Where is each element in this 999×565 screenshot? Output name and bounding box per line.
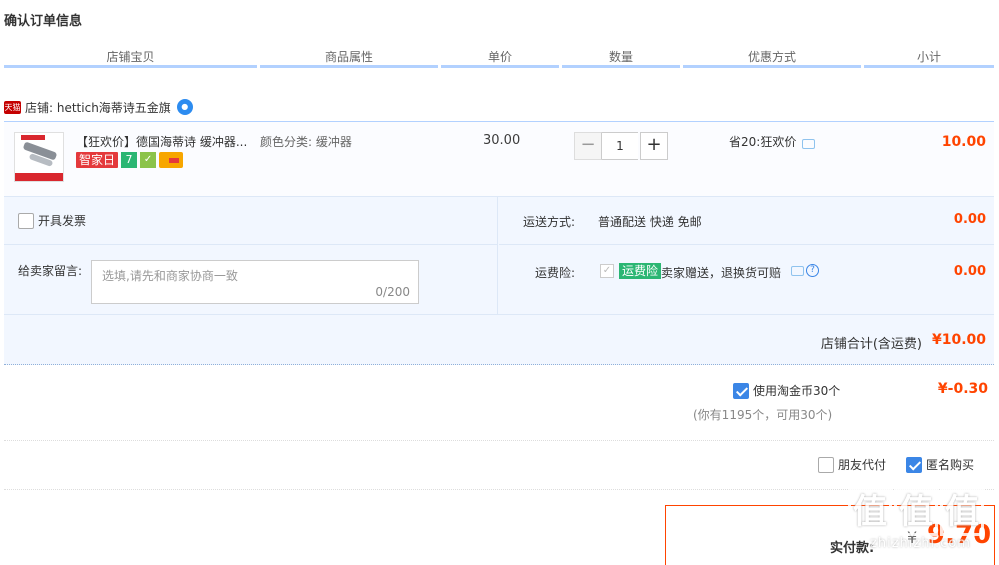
product-title-link[interactable]: 【狂欢价】德国海蒂诗 缓冲器...: [76, 133, 247, 150]
watermark-char: 值: [940, 488, 984, 536]
anonymous-purchase-checkbox[interactable]: [906, 456, 923, 473]
memo-placeholder: 选填,请先和商家协商一致: [102, 269, 238, 283]
use-coins-label: 使用淘金币30个: [753, 384, 841, 398]
insurance-checkbox: ✓: [600, 264, 614, 278]
column-header-shop: 店铺宝贝: [4, 48, 257, 68]
order-item: 【狂欢价】德国海蒂诗 缓冲器... 智家日 7 ✓ 颜色分类: 缓冲器 30.0…: [4, 121, 994, 197]
discount-text: 省20:狂欢价: [729, 135, 797, 149]
product-thumbnail[interactable]: [14, 132, 64, 182]
watermark-text: zhizhizhi.com: [870, 536, 971, 551]
shop-row: 天猫 店铺: hettich海蒂诗五金旗 ●: [4, 98, 193, 116]
item-subtotal: 10.00: [941, 134, 986, 150]
quantity-input[interactable]: 1: [602, 132, 638, 160]
invoice-label: 开具发票: [38, 214, 87, 228]
shipping-label: 运送方式:: [523, 215, 576, 229]
insurance-tag: 运费险: [619, 263, 662, 279]
shop-total-value: ¥10.00: [931, 332, 986, 348]
unit-price: 30.00: [483, 133, 521, 148]
smart-home-day-badge: 智家日: [76, 152, 119, 168]
tmall-badge-icon: 天猫: [4, 100, 21, 114]
memo-char-count: 0/200: [375, 285, 410, 299]
insurance-label: 运费险:: [535, 266, 576, 280]
product-attribute: 颜色分类: 缓冲器: [260, 135, 352, 149]
invoice-checkbox[interactable]: [18, 212, 34, 229]
column-header-discount: 优惠方式: [683, 48, 861, 68]
use-coins-option[interactable]: 使用淘金币30个: [733, 382, 840, 399]
payment-options: 朋友代付 匿名购买: [818, 456, 974, 473]
help-icon[interactable]: ?: [806, 264, 819, 277]
column-header-attributes: 商品属性: [260, 48, 438, 68]
order-extras: 开具发票 给卖家留言: 选填,请先和商家协商一致 0/200 运送方式: 普通配…: [4, 197, 994, 365]
coin-balance-note: (你有1195个，可用30个): [693, 408, 833, 422]
quantity-decrease-button[interactable]: −: [574, 132, 602, 160]
divider: [4, 314, 994, 315]
credit-card-icon: [159, 152, 184, 168]
divider: [4, 440, 994, 441]
invoice-option[interactable]: 开具发票: [18, 212, 86, 229]
order-extras-left: 开具发票 给卖家留言: 选填,请先和商家协商一致 0/200: [4, 197, 498, 314]
column-header-unit-price: 单价: [441, 48, 559, 68]
divider: [499, 244, 994, 245]
shop-total-label: 店铺合计(含运费): [820, 337, 922, 352]
shop-name-link[interactable]: 店铺: hettich海蒂诗五金旗: [25, 99, 171, 116]
watermark-char: 值: [848, 488, 892, 536]
column-headers: 店铺宝贝 商品属性 单价 数量 优惠方式 小计: [4, 48, 994, 68]
coin-discount-value: ¥-0.30: [937, 381, 988, 397]
message-icon[interactable]: [791, 266, 804, 276]
watermark: 值 值 值 zhizhizhi.com: [848, 488, 993, 560]
watermark-char: 值: [894, 488, 938, 536]
seller-memo-textarea[interactable]: 选填,请先和商家协商一致 0/200: [91, 260, 419, 304]
column-header-subtotal: 小计: [864, 48, 994, 68]
anonymous-purchase-label: 匿名购买: [926, 458, 975, 472]
shipping-method: 普通配送 快递 免邮: [598, 215, 702, 229]
column-header-quantity: 数量: [562, 48, 680, 68]
shipping-fee: 0.00: [953, 212, 986, 227]
message-icon[interactable]: [802, 138, 816, 149]
divider: [4, 244, 498, 245]
guarantee-icon: ✓: [140, 152, 157, 168]
friend-pay-checkbox[interactable]: [818, 456, 834, 473]
seven-day-return-icon: 7: [121, 152, 138, 168]
page-title: 确认订单信息: [4, 14, 83, 29]
chat-bubble-icon[interactable]: ●: [176, 99, 193, 115]
insurance-text: 卖家赠送，退换货可赔: [661, 266, 782, 280]
divider: [4, 489, 994, 490]
use-coins-checkbox[interactable]: [733, 382, 749, 399]
insurance-fee: 0.00: [953, 264, 986, 279]
discount-method: 省20:狂欢价: [729, 133, 816, 150]
quantity-increase-button[interactable]: +: [640, 132, 668, 160]
memo-label: 给卖家留言:: [18, 264, 83, 278]
friend-pay-label: 朋友代付: [838, 458, 887, 472]
product-badges: 智家日 7 ✓: [76, 152, 184, 168]
quantity-stepper: − 1 +: [574, 132, 668, 160]
